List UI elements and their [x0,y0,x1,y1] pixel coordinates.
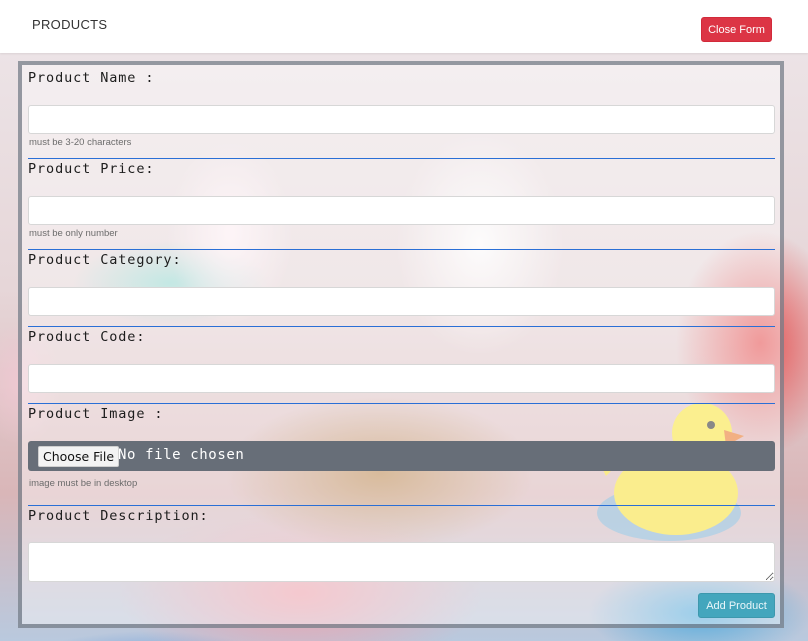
product-code-input[interactable] [28,364,775,393]
product-image-file-input[interactable]: Choose File No file chosen [28,441,775,471]
divider [28,158,775,159]
add-product-button[interactable]: Add Product [698,593,775,618]
choose-file-button[interactable]: Choose File [38,446,120,467]
file-status-text: No file chosen [118,447,245,463]
product-price-input[interactable] [28,196,775,225]
divider [28,249,775,250]
product-category-input[interactable] [28,287,775,316]
product-image-hint: image must be in desktop [29,478,138,489]
product-code-label: Product Code: [28,329,146,345]
product-name-hint: must be 3-20 characters [29,137,132,148]
divider [28,505,775,506]
divider [28,326,775,327]
product-image-label: Product Image : [28,406,164,422]
product-description-label: Product Description: [28,508,209,524]
product-price-label: Product Price: [28,161,155,177]
product-category-label: Product Category: [28,252,182,268]
product-price-hint: must be only number [29,228,118,239]
product-name-input[interactable] [28,105,775,134]
product-description-textarea[interactable] [28,542,775,582]
divider [28,403,775,404]
product-form: Product Name : must be 3-20 characters P… [0,0,808,641]
product-name-label: Product Name : [28,70,155,86]
